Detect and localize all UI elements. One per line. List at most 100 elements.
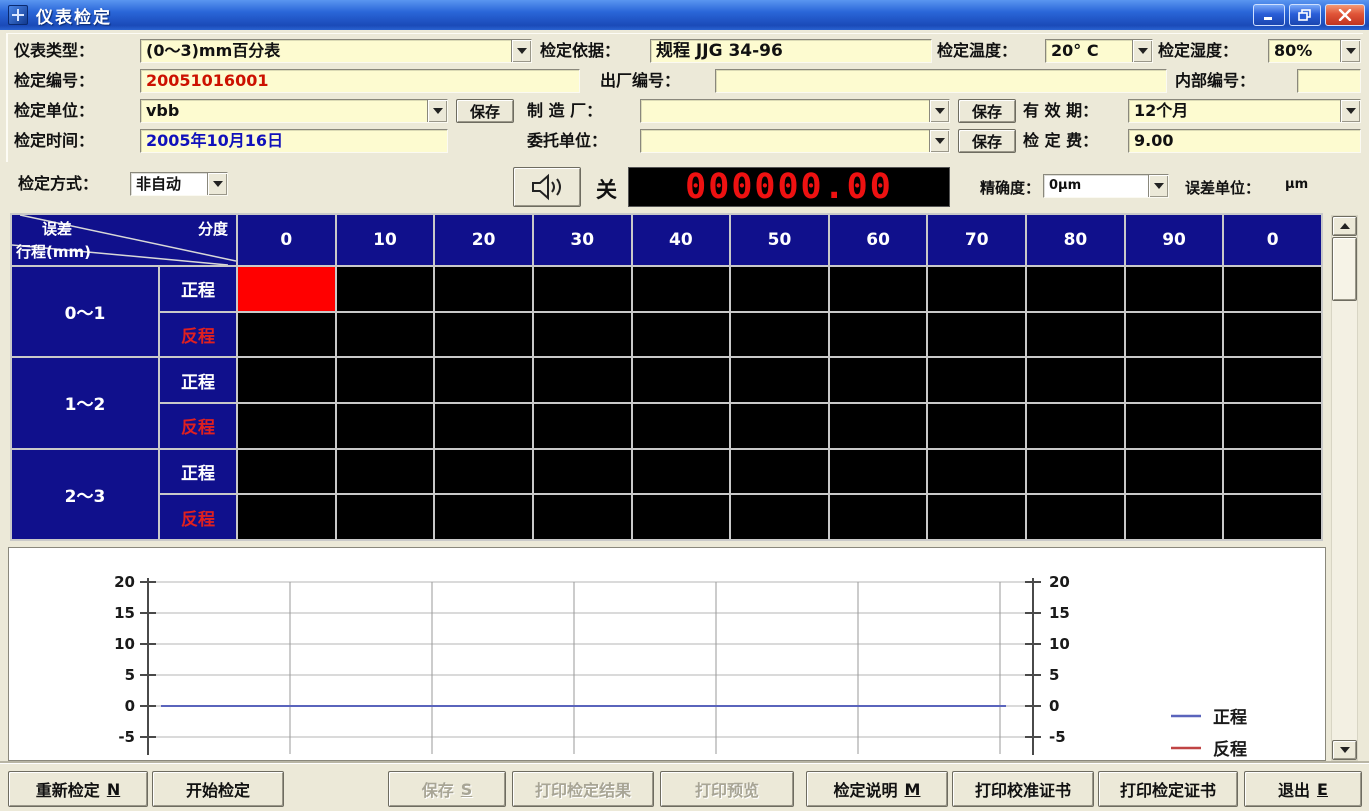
print-calibration-cert-button[interactable]: 打印校准证书 xyxy=(952,771,1094,807)
table-cell[interactable] xyxy=(435,313,532,357)
table-cell[interactable] xyxy=(534,450,631,494)
table-cell[interactable] xyxy=(830,267,927,311)
verify-date-field[interactable]: 2005年10月16日 xyxy=(140,129,448,153)
scroll-up-icon[interactable] xyxy=(1332,216,1357,236)
validity-select[interactable]: 12个月 xyxy=(1128,99,1361,123)
internal-number-field[interactable] xyxy=(1297,69,1361,93)
table-cell[interactable] xyxy=(731,404,828,448)
table-cell[interactable] xyxy=(534,495,631,539)
client-unit-select[interactable] xyxy=(640,129,950,153)
scrollbar-thumb[interactable] xyxy=(1332,237,1357,301)
factory-number-field[interactable] xyxy=(715,69,1167,93)
save-manufacturer-button[interactable]: 保存 xyxy=(958,99,1016,123)
save-client-button[interactable]: 保存 xyxy=(958,129,1016,153)
table-cell[interactable] xyxy=(830,495,927,539)
table-cell[interactable] xyxy=(1027,313,1124,357)
table-cell[interactable] xyxy=(633,404,730,448)
table-cell[interactable] xyxy=(830,358,927,402)
table-cell[interactable] xyxy=(337,450,434,494)
table-cell[interactable] xyxy=(337,358,434,402)
humidity-select[interactable]: 80% xyxy=(1268,39,1361,63)
basis-field[interactable]: 规程 JJG 34-96 xyxy=(650,39,932,63)
table-cell[interactable] xyxy=(1027,267,1124,311)
table-cell[interactable] xyxy=(1126,495,1223,539)
restore-button[interactable] xyxy=(1289,4,1321,26)
table-cell[interactable] xyxy=(928,450,1025,494)
table-cell[interactable] xyxy=(534,267,631,311)
table-cell[interactable] xyxy=(633,450,730,494)
scroll-down-icon[interactable] xyxy=(1332,740,1357,760)
chevron-down-icon[interactable] xyxy=(207,173,227,195)
table-cell[interactable] xyxy=(731,267,828,311)
table-cell[interactable] xyxy=(238,495,335,539)
chevron-down-icon[interactable] xyxy=(1340,40,1360,62)
table-cell[interactable] xyxy=(435,358,532,402)
table-cell[interactable] xyxy=(928,313,1025,357)
table-cell[interactable] xyxy=(534,404,631,448)
table-cell[interactable] xyxy=(238,313,335,357)
table-cell[interactable] xyxy=(830,450,927,494)
re-verify-button[interactable]: 重新检定N xyxy=(8,771,148,807)
chevron-down-icon[interactable] xyxy=(511,40,531,62)
table-cell[interactable] xyxy=(337,495,434,539)
table-cell[interactable] xyxy=(238,267,335,311)
exit-button[interactable]: 退出E xyxy=(1244,771,1362,807)
table-cell[interactable] xyxy=(731,450,828,494)
precision-select[interactable]: 0μm xyxy=(1043,174,1169,198)
table-cell[interactable] xyxy=(928,267,1025,311)
table-cell[interactable] xyxy=(1126,358,1223,402)
manufacturer-select[interactable] xyxy=(640,99,950,123)
table-cell[interactable] xyxy=(1224,358,1321,402)
table-cell[interactable] xyxy=(633,358,730,402)
minimize-button[interactable] xyxy=(1253,4,1285,26)
table-cell[interactable] xyxy=(238,404,335,448)
table-cell[interactable] xyxy=(928,358,1025,402)
table-cell[interactable] xyxy=(534,313,631,357)
temperature-select[interactable]: 20° C xyxy=(1045,39,1153,63)
speaker-icon[interactable] xyxy=(513,167,581,207)
verify-instructions-button[interactable]: 检定说明M xyxy=(806,771,948,807)
table-cell[interactable] xyxy=(633,267,730,311)
table-cell[interactable] xyxy=(830,313,927,357)
table-cell[interactable] xyxy=(633,313,730,357)
table-cell[interactable] xyxy=(1027,358,1124,402)
save-unit-button[interactable]: 保存 xyxy=(456,99,514,123)
chevron-down-icon[interactable] xyxy=(1340,100,1360,122)
instrument-type-select[interactable]: (0～3)mm百分表 xyxy=(140,39,532,63)
table-cell[interactable] xyxy=(731,495,828,539)
table-cell[interactable] xyxy=(1126,313,1223,357)
table-cell[interactable] xyxy=(1224,495,1321,539)
table-cell[interactable] xyxy=(1126,267,1223,311)
verify-unit-select[interactable]: vbb xyxy=(140,99,448,123)
table-cell[interactable] xyxy=(1027,495,1124,539)
mode-select[interactable]: 非自动 xyxy=(130,172,228,196)
cert-number-field[interactable]: 20051016001 xyxy=(140,69,580,93)
table-cell[interactable] xyxy=(337,313,434,357)
table-cell[interactable] xyxy=(435,267,532,311)
table-cell[interactable] xyxy=(1224,267,1321,311)
chevron-down-icon[interactable] xyxy=(427,100,447,122)
table-cell[interactable] xyxy=(633,495,730,539)
table-cell[interactable] xyxy=(928,495,1025,539)
vertical-scrollbar[interactable] xyxy=(1331,215,1358,761)
table-cell[interactable] xyxy=(337,267,434,311)
start-verify-button[interactable]: 开始检定 xyxy=(152,771,284,807)
close-icon[interactable] xyxy=(1325,4,1365,26)
table-cell[interactable] xyxy=(435,450,532,494)
fee-field[interactable]: 9.00 xyxy=(1128,129,1361,153)
table-cell[interactable] xyxy=(1224,404,1321,448)
chevron-down-icon[interactable] xyxy=(1148,175,1168,197)
chevron-down-icon[interactable] xyxy=(1132,40,1152,62)
table-cell[interactable] xyxy=(731,358,828,402)
table-cell[interactable] xyxy=(337,404,434,448)
chevron-down-icon[interactable] xyxy=(929,130,949,152)
table-cell[interactable] xyxy=(435,404,532,448)
chevron-down-icon[interactable] xyxy=(929,100,949,122)
table-cell[interactable] xyxy=(830,404,927,448)
table-cell[interactable] xyxy=(1027,450,1124,494)
table-cell[interactable] xyxy=(1126,450,1223,494)
table-cell[interactable] xyxy=(534,358,631,402)
table-cell[interactable] xyxy=(1224,450,1321,494)
table-cell[interactable] xyxy=(238,358,335,402)
table-cell[interactable] xyxy=(435,495,532,539)
